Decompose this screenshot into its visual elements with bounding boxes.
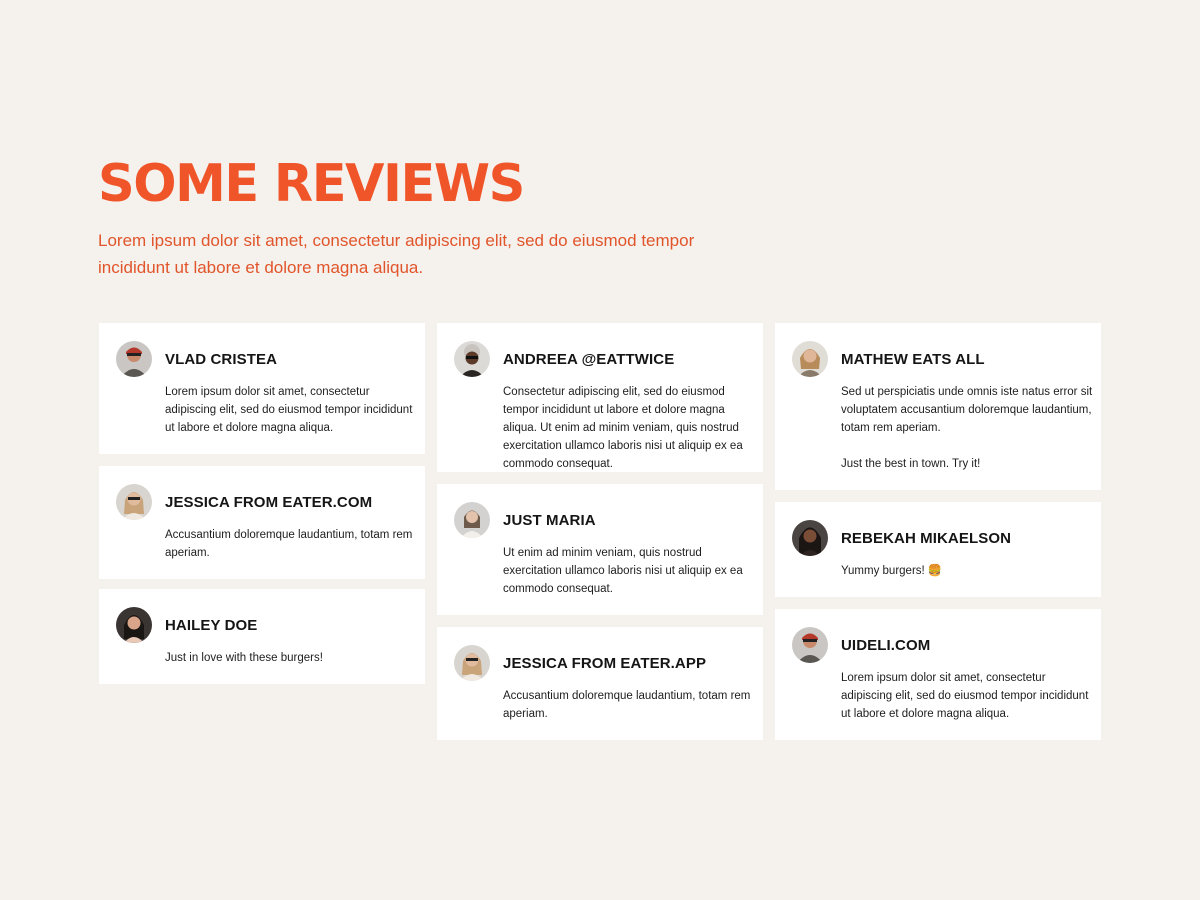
review-text: Lorem ipsum dolor sit amet, consectetur … [165, 386, 413, 434]
reviewer-name: REBEKAH MIKAELSON [841, 530, 1012, 547]
reviewer-name: MATHEW EATS ALL [841, 351, 985, 368]
avatar [454, 502, 490, 538]
review-text: Lorem ipsum dolor sit amet, consectetur … [841, 672, 1089, 720]
avatar [792, 520, 828, 556]
review-card: JESSICA FROM EATER.COM Accusantium dolor… [99, 466, 425, 579]
review-text: Just in love with these burgers! [165, 652, 323, 664]
section-title: SOME REVIEWS [98, 154, 525, 214]
section-subtitle: Lorem ipsum dolor sit amet, consectetur … [98, 231, 695, 277]
review-card: HAILEY DOE Just in love with these burge… [99, 589, 425, 684]
avatar [116, 484, 152, 520]
review-card: UIDELI.COM Lorem ipsum dolor sit amet, c… [775, 609, 1101, 740]
review-text: Ut enim ad minim veniam, quis nostrud ex… [503, 547, 743, 595]
review-card: VLAD CRISTEA Lorem ipsum dolor sit amet,… [99, 323, 425, 454]
review-text: Yummy burgers! 🍔 [841, 565, 943, 577]
reviewer-name: VLAD CRISTEA [165, 351, 278, 368]
review-text: Sed ut perspiciatis unde omnis iste natu… [841, 386, 1093, 470]
reviewer-name: JUST MARIA [503, 512, 596, 529]
review-card: REBEKAH MIKAELSON Yummy burgers! 🍔 [775, 502, 1101, 597]
avatar [116, 341, 152, 377]
review-text: Accusantium doloremque laudantium, totam… [165, 529, 413, 559]
avatar [792, 627, 828, 663]
review-card: JESSICA FROM EATER.APP Accusantium dolor… [437, 627, 763, 740]
avatar [454, 645, 490, 681]
review-text: Consectetur adipiscing elit, sed do eius… [503, 386, 743, 470]
reviewer-name: ANDREEA @EATTWICE [503, 351, 675, 368]
avatar [454, 341, 490, 377]
avatar [792, 341, 828, 377]
reviewer-name: JESSICA FROM EATER.APP [503, 655, 707, 672]
review-card: JUST MARIA Ut enim ad minim veniam, quis… [437, 484, 763, 615]
review-text: Accusantium doloremque laudantium, totam… [503, 690, 751, 720]
reviewer-name: JESSICA FROM EATER.COM [165, 494, 373, 511]
review-card: ANDREEA @EATTWICE Consectetur adipiscing… [437, 323, 763, 472]
reviewer-name: HAILEY DOE [165, 617, 258, 634]
review-card: MATHEW EATS ALL Sed ut perspiciatis unde… [775, 323, 1101, 490]
avatar [116, 607, 152, 643]
reviewer-name: UIDELI.COM [841, 637, 931, 654]
